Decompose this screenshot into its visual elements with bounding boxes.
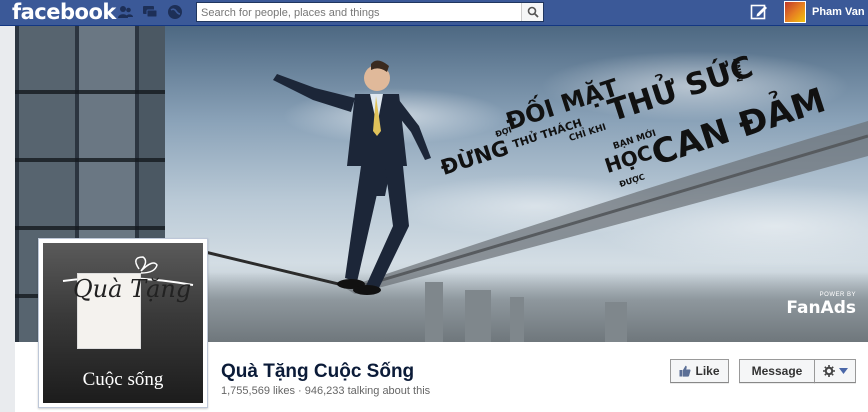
user-avatar[interactable] (784, 1, 806, 23)
profile-picture-image: Quà Tặng Cuộc sống (43, 243, 203, 403)
gear-icon (822, 365, 835, 377)
friend-requests-icon[interactable] (117, 4, 133, 20)
fanads-watermark: POWER BY FanAds (786, 292, 856, 318)
profile-picture[interactable]: Quà Tặng Cuộc sống (38, 238, 208, 408)
page-timeline: ĐỪNG ĐỢI ĐỐI MẶT THỬ THÁCH CHỈ KHI THỬ S… (15, 26, 868, 412)
tightrope-walker (273, 60, 431, 295)
like-button[interactable]: Like (670, 359, 729, 383)
page-options-button[interactable] (814, 359, 856, 383)
chevron-down-icon (838, 368, 848, 374)
user-name-link[interactable]: Pham Van (812, 6, 865, 18)
top-navigation-bar: facebook Pham Van (0, 0, 868, 26)
notifications-globe-icon[interactable] (167, 4, 183, 20)
page-stats: 1,755,569 likes · 946,233 talking about … (221, 385, 431, 397)
message-button[interactable]: Message (739, 359, 815, 383)
message-button-label: Message (751, 364, 803, 378)
search-icon (527, 6, 539, 18)
facebook-logo[interactable]: facebook (12, 0, 116, 24)
like-button-label: Like (695, 364, 720, 378)
page-title[interactable]: Quà Tặng Cuộc Sống (221, 361, 414, 383)
profile-subtitle: Cuộc sống (82, 369, 164, 390)
search-input[interactable] (197, 4, 519, 22)
compose-post-icon[interactable] (750, 3, 768, 21)
messages-icon[interactable] (142, 4, 158, 20)
thumbs-up-icon (679, 365, 692, 377)
fanads-logo: FanAds (786, 298, 856, 318)
profile-script-title: Quà Tặng (73, 275, 192, 303)
search-box (196, 2, 544, 22)
search-button[interactable] (521, 3, 543, 21)
